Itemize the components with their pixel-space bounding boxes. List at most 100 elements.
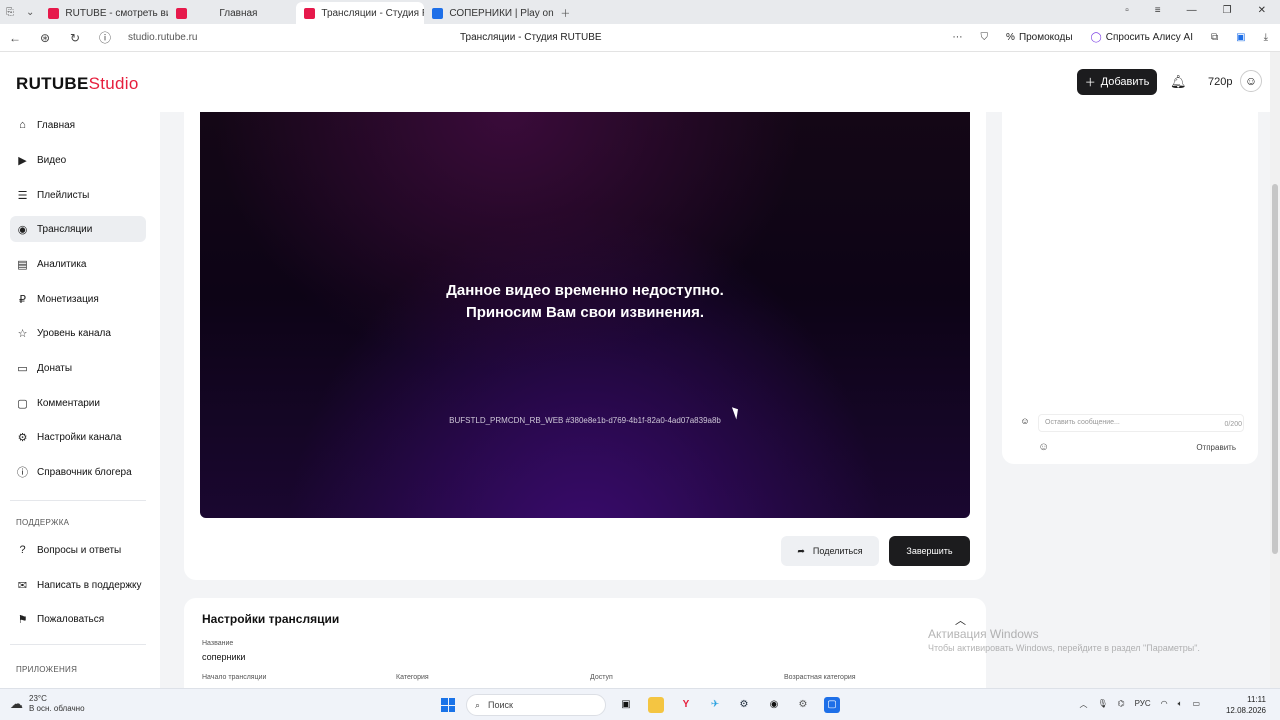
sidebar-item-video[interactable]: ▶ Видео [10, 147, 146, 173]
search-icon: ⌕ [475, 699, 481, 710]
reload-icon[interactable]: ↻ [60, 31, 90, 45]
broadcast-settings: Настройки трансляции ︿ Название соперник… [184, 598, 986, 688]
playlist-icon: ☰ [17, 189, 28, 202]
rutube-studio-logo[interactable]: RUTUBEStudio [16, 74, 139, 94]
wifi-icon[interactable]: ◠ [1161, 699, 1168, 710]
sidebar-item-channel-level[interactable]: ☆ Уровень канала [10, 320, 146, 346]
windows-start-icon[interactable] [441, 698, 455, 712]
tabs-dropdown-icon[interactable]: ⌄ [20, 7, 40, 18]
activation-watermark-text: Чтобы активировать Windows, перейдите в … [928, 643, 1200, 653]
microphone-icon[interactable]: 🎙︎ [1097, 699, 1107, 710]
share-button[interactable]: ➦ Поделиться [781, 536, 879, 566]
url-field[interactable]: studio.rutube.ru [128, 32, 198, 43]
sidebar-item-report[interactable]: ⚑ Пожаловаться [10, 606, 146, 632]
network-icon[interactable]: ⌬ [1118, 699, 1125, 710]
share-icon: ➦ [797, 545, 805, 556]
new-tab-icon[interactable]: ＋ [554, 5, 576, 20]
task-view-icon[interactable]: ▣ [618, 697, 634, 713]
collections-icon[interactable]: ⧉ [1211, 32, 1218, 43]
shield-icon[interactable]: ⊛ [30, 31, 60, 45]
logo-main: RUTUBE [16, 74, 89, 93]
start-label: Начало трансляции [202, 674, 267, 681]
rutube-favicon-icon [176, 7, 188, 19]
file-explorer-icon[interactable] [648, 697, 664, 713]
bookmark-icon[interactable]: ▫ [1125, 5, 1129, 16]
extension-icon[interactable]: ▣ [1236, 32, 1245, 43]
send-button[interactable]: Отправить [1196, 443, 1236, 452]
steam-icon[interactable]: ⚙ [736, 697, 752, 713]
date: 12.08.2026 [1225, 706, 1266, 715]
tab-home[interactable]: Главная [168, 2, 296, 24]
avatar[interactable]: ☺ [1240, 70, 1262, 92]
sidebar-item-home[interactable]: ⌂ Главная [10, 112, 146, 138]
system-tray: ︿ 🎙︎ ⌬ РУС ◠ 🔈︎ ▭ [1079, 699, 1200, 710]
app-icon[interactable]: ▢ [824, 697, 840, 713]
sidebar-item-blogger-guide[interactable]: ⓘ Справочник блогера [10, 459, 146, 485]
sidebar: ⌂ Главная ▶ Видео ☰ Плейлисты ◉ Трансляции ▤… [0, 112, 160, 688]
menu-icon[interactable]: ≡ [1155, 5, 1161, 16]
settings-icon[interactable]: ⚙ [795, 697, 811, 713]
sidebar-item-write-support[interactable]: ✉ Написать в поддержку [10, 572, 146, 598]
finish-button[interactable]: Завершить [889, 536, 970, 566]
yandex-browser-icon[interactable]: Y [678, 697, 694, 713]
name-value[interactable]: соперники [202, 652, 245, 662]
error-code: BUFSTLD_PRMCDN_RB_WEB #380e8e1b-d769-4b1… [449, 416, 721, 425]
sidebar-item-faq[interactable]: ? Вопросы и ответы [10, 537, 146, 563]
sidebar-item-donates[interactable]: ▭ Донаты [10, 355, 146, 381]
tab-broadcasts[interactable]: Трансляции - Студия R ✕ [296, 2, 425, 24]
activation-watermark-title: Активация Windows [928, 627, 1039, 641]
plus-icon: ＋ [1084, 77, 1096, 89]
browser-menu-icon[interactable]: ⎘ [0, 7, 20, 18]
sidebar-item-label: Аналитика [37, 258, 87, 270]
app-header: RUTUBEStudio ＋ Добавить 🔔︎ 720p ☺ [0, 52, 1270, 112]
taskbar-search[interactable]: ⌕ Поиск [466, 694, 606, 716]
tab-rutube[interactable]: RUTUBE - смотреть видео [40, 2, 168, 24]
add-button[interactable]: ＋ Добавить [1077, 69, 1157, 95]
bookmark-add-icon[interactable]: ⛉ [981, 32, 989, 43]
quality-label[interactable]: 720p [1208, 76, 1232, 88]
percent-icon: % [1006, 32, 1015, 43]
sidebar-item-label: Плейлисты [37, 189, 90, 201]
sidebar-item-broadcasts[interactable]: ◉ Трансляции [10, 216, 146, 242]
site-info-icon[interactable]: ⓘ [90, 29, 120, 46]
sidebar-item-analytics[interactable]: ▤ Аналитика [10, 251, 146, 277]
browser-tab-strip: ⎘ ⌄ RUTUBE - смотреть видео Главная Тран… [0, 0, 1280, 24]
home-icon: ⌂ [19, 119, 26, 131]
tab-rivals[interactable]: СОПЕРНИКИ | Play on Ru [424, 2, 554, 24]
apps-heading: ПРИЛОЖЕНИЯ [16, 665, 78, 674]
more-icon[interactable]: ⋯ [953, 32, 963, 43]
sidebar-item-label: Пожаловаться [37, 613, 105, 625]
download-icon[interactable]: ⤓ [1264, 32, 1268, 43]
sidebar-item-playlists[interactable]: ☰ Плейлисты [10, 182, 146, 208]
video-player[interactable]: Данное видео временно недоступно. Принос… [200, 112, 970, 518]
sidebar-item-channel-settings[interactable]: ⚙ Настройки канала [10, 424, 146, 450]
volume-icon[interactable]: 🔈︎ [1178, 699, 1183, 710]
battery-icon[interactable]: ▭ [1192, 699, 1200, 710]
page-scrollbar[interactable] [1270, 52, 1280, 688]
language-indicator[interactable]: РУС [1135, 699, 1151, 710]
sidebar-item-comments[interactable]: ▢ Комментарии [10, 390, 146, 416]
maximize-icon[interactable]: ❐ [1223, 5, 1232, 16]
clock[interactable]: 11:11 12.08.2026 [1226, 694, 1266, 716]
bell-icon[interactable]: 🔔︎ [1170, 74, 1187, 90]
sidebar-item-monetization[interactable]: ₽ Монетизация [10, 286, 146, 312]
chevron-up-icon[interactable]: ︿ [955, 612, 966, 628]
close-window-icon[interactable]: ✕ [1258, 5, 1266, 16]
chat-message-input[interactable]: Оставить сообщение... [1038, 414, 1244, 432]
back-icon[interactable]: ← [0, 31, 30, 45]
telegram-icon[interactable]: ✈ [707, 697, 723, 713]
obs-icon[interactable]: ◉ [766, 697, 782, 713]
promo-button[interactable]: % Промокоды [1006, 32, 1073, 43]
search-label: Поиск [488, 700, 513, 710]
gear-icon: ⚙ [17, 431, 28, 444]
unavailable-line-2: Приносим Вам свои извинения. [465, 304, 705, 321]
mail-icon: ✉ [17, 579, 28, 592]
scrollbar-thumb[interactable] [1272, 184, 1278, 554]
chevron-up-icon[interactable]: ︿ [1079, 699, 1087, 710]
alice-button[interactable]: ◯ Спросить Алису AI [1091, 32, 1193, 43]
temperature: 23°C [29, 694, 47, 703]
sidebar-item-label: Трансляции [37, 223, 93, 235]
emoji-icon[interactable]: ☺ [1038, 441, 1049, 453]
minimize-icon[interactable]: — [1187, 5, 1197, 16]
weather-widget[interactable]: ☁ 23°C В осн. облачно [10, 694, 85, 714]
